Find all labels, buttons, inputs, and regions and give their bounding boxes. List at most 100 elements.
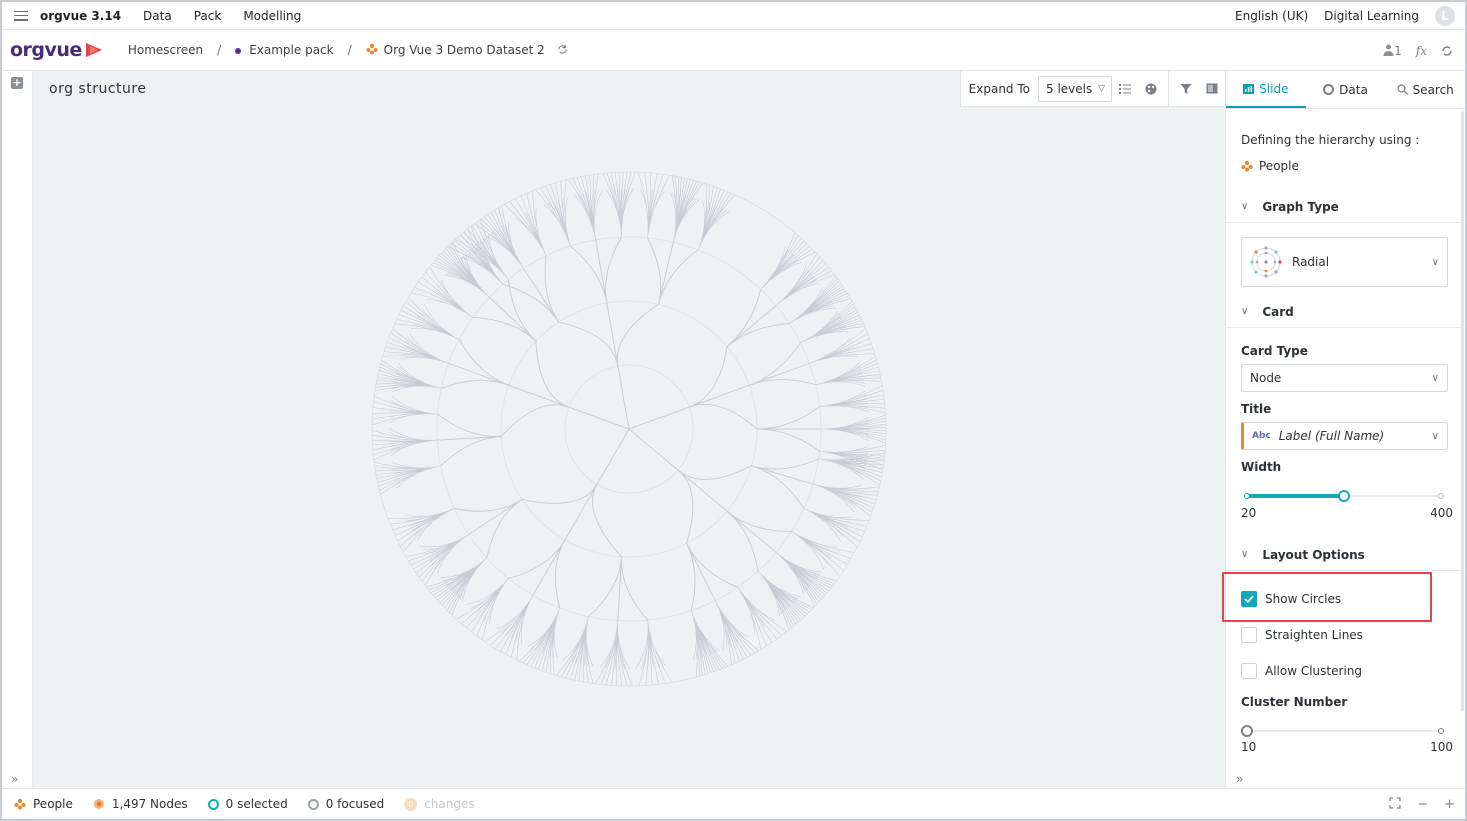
breadcrumb-home[interactable]: Homescreen [128,43,203,57]
status-changes: 0 changes [404,797,475,811]
checkbox-unchecked-icon[interactable] [1241,663,1257,679]
panel-tabs: Slide Data Search [1226,71,1465,109]
orgvue-logo[interactable]: orgvue [10,39,104,61]
breadcrumb-pack[interactable]: Example pack [235,43,334,57]
logo-mark-icon [85,43,102,57]
canvas-toolbar: Expand To 5 levels ▽ [959,70,1225,107]
focused-ring-icon [307,798,319,810]
fullscreen-icon[interactable] [1389,796,1401,813]
status-people[interactable]: People [14,797,73,811]
breadcrumb-dataset[interactable]: Org Vue 3 Demo Dataset 2 [366,43,568,57]
tab-data[interactable]: Data [1306,71,1386,108]
add-slide-icon[interactable]: + [11,77,23,89]
menu-pack[interactable]: Pack [194,9,222,23]
bar-chart-icon [1243,83,1255,94]
width-max-label: 400 [1430,506,1453,520]
title-field-select[interactable]: Abc Label (Full Name) ∨ [1241,422,1448,450]
title-label: Title [1241,402,1272,416]
slider-end-point [1438,728,1444,734]
menu-data[interactable]: Data [143,9,172,23]
refresh-icon[interactable] [557,44,568,55]
users-indicator[interactable]: 1 [1383,44,1402,58]
people-icon [1241,160,1253,172]
selected-ring-icon [207,798,219,810]
breadcrumb-separator: / [347,43,352,57]
checkbox-unchecked-icon[interactable] [1241,627,1257,643]
pack-dot-icon [235,47,242,54]
slide-title[interactable]: org structure [49,81,146,97]
highlight-box [1222,572,1432,622]
status-bar: People 1,497 Nodes 0 selected 0 focused … [2,788,1465,819]
hierarchy-people: People [1241,159,1299,173]
breadcrumb-bar: orgvue Homescreen / Example pack / Org V… [2,30,1465,71]
left-gutter: + » [2,71,33,788]
circle-icon [1323,84,1335,95]
expand-to-label: Expand To [968,81,1030,96]
text-type-icon: Abc [1252,431,1271,441]
card-type-select[interactable]: Node ∨ [1241,364,1448,392]
expand-left-icon[interactable]: » [11,772,18,786]
expand-levels-select[interactable]: 5 levels ▽ [1038,75,1112,102]
straighten-lines-checkbox[interactable]: Straighten Lines [1241,626,1363,644]
sync-icon[interactable] [1441,45,1453,57]
radial-org-chart[interactable] [369,171,889,691]
people-icon [366,43,378,55]
graph-type-select[interactable]: Radial ∨ [1241,237,1448,287]
cluster-number-label: Cluster Number [1241,695,1348,709]
chevron-down-icon: ∨ [1431,256,1439,268]
zoom-out-icon[interactable]: − [1417,797,1428,812]
search-icon [1396,84,1408,95]
app-name: orgvue 3.14 [40,8,122,23]
changes-count-badge: 0 [404,797,418,811]
hamburger-menu-icon[interactable] [14,10,28,21]
slider-end-point [1438,493,1444,499]
menubar: orgvue 3.14 Data Pack Modelling English … [2,2,1465,30]
slider-fill [1246,494,1343,498]
slider-start-point [1244,493,1250,499]
properties-panel: Slide Data Search Defining the hierarchy… [1225,71,1466,788]
status-selected[interactable]: 0 selected [207,797,288,811]
language-selector[interactable]: English (UK) [1235,9,1308,23]
slider-knob[interactable] [1241,725,1253,737]
chevron-down-icon: ▽ [1098,83,1105,94]
width-min-label: 20 [1241,506,1257,520]
filter-icon[interactable] [1173,76,1199,102]
card-type-label: Card Type [1241,344,1308,358]
chevron-down-icon: ∨ [1431,372,1439,384]
digital-learning-link[interactable]: Digital Learning [1324,9,1419,23]
avatar[interactable]: L [1435,6,1455,26]
layout-options-section-header[interactable]: ∨ Layout Options [1226,539,1466,571]
card-section-header[interactable]: ∨ Card [1226,296,1466,328]
toolbar-divider [1168,70,1169,107]
collapse-panel-icon[interactable]: » [1236,772,1243,786]
width-slider[interactable] [1241,489,1447,503]
chevron-down-icon: ∨ [1431,430,1439,442]
radial-graph-icon [1250,246,1282,278]
status-focused[interactable]: 0 focused [307,797,384,811]
logo-text: orgvue [10,39,82,61]
graph-type-section-header[interactable]: ∨ Graph Type [1226,191,1466,223]
cluster-number-slider[interactable] [1241,724,1447,738]
list-icon[interactable] [1112,76,1138,102]
breadcrumb-separator: / [217,43,222,57]
chevron-down-icon: ∨ [1241,306,1249,317]
people-icon [14,798,26,810]
tab-search[interactable]: Search [1385,71,1465,108]
zoom-in-icon[interactable]: + [1444,797,1455,812]
slider-knob[interactable] [1338,490,1350,502]
width-label: Width [1241,460,1282,474]
palette-icon[interactable] [1138,76,1164,102]
user-icon [1383,44,1394,56]
fx-icon[interactable]: fx [1416,44,1427,58]
chevron-down-icon: ∨ [1241,549,1249,560]
slide-canvas[interactable]: org structure Expand To 5 levels ▽ [33,70,1225,788]
allow-clustering-checkbox[interactable]: Allow Clustering [1241,662,1362,680]
cluster-max-label: 100 [1430,740,1453,754]
panel-toggle-icon[interactable] [1199,76,1225,102]
cluster-min-label: 10 [1241,740,1257,754]
panel-scrollbar[interactable] [1461,111,1464,711]
defining-hierarchy-text: Defining the hierarchy using : [1241,133,1420,147]
menu-modelling[interactable]: Modelling [243,9,301,23]
tab-slide[interactable]: Slide [1226,71,1306,108]
status-nodes[interactable]: 1,497 Nodes [93,797,188,811]
